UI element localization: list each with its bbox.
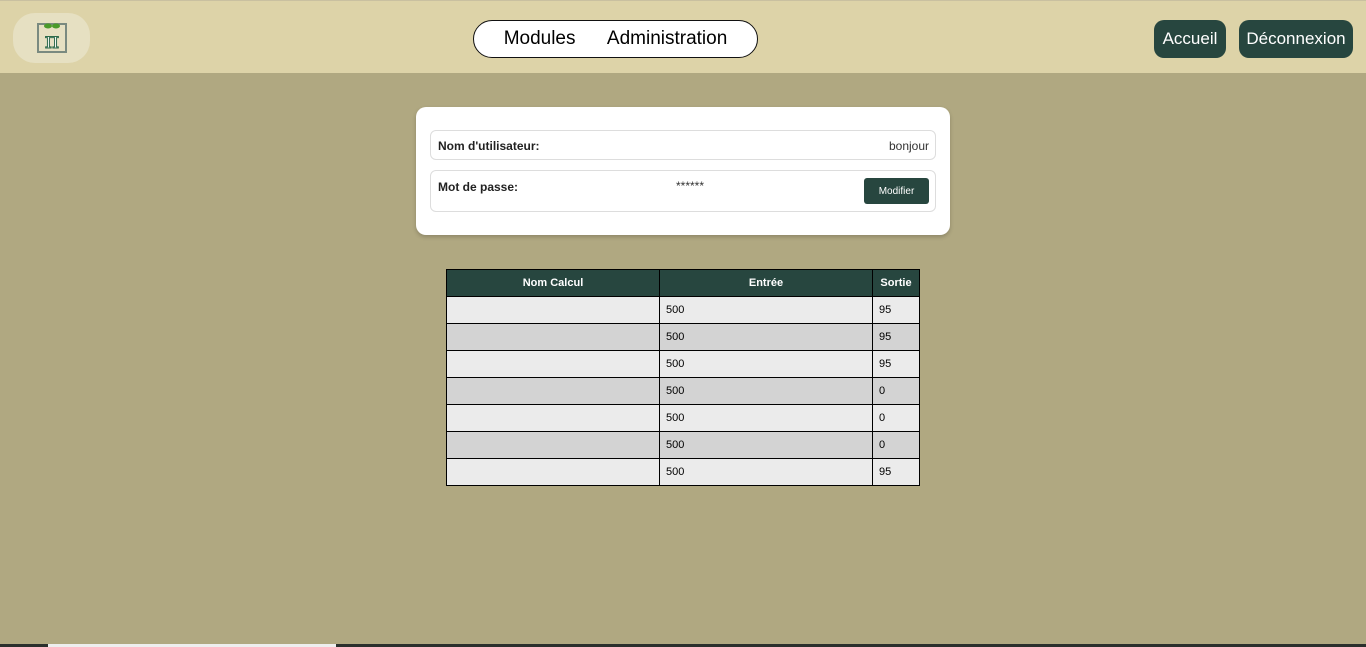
cell-entree: 500 [659,404,873,432]
nav-modules[interactable]: Modules [504,28,576,50]
header: π Modules Administration Accueil Déconne… [0,0,1366,73]
header-nom-calcul: Nom Calcul [446,269,660,297]
table-row: 500 0 [446,404,920,432]
header-sortie: Sortie [872,269,920,297]
password-row: Mot de passe: ****** Modifier [430,170,936,212]
cell-nom-calcul [446,296,660,324]
table-row: 500 95 [446,323,920,351]
logout-button[interactable]: Déconnexion [1239,20,1353,58]
table-row: 500 95 [446,296,920,324]
cell-nom-calcul [446,350,660,378]
table-row: 500 95 [446,458,920,486]
nav-administration[interactable]: Administration [607,28,727,50]
cell-sortie: 95 [872,350,920,378]
cell-nom-calcul [446,431,660,459]
cell-sortie: 0 [872,377,920,405]
cell-entree: 500 [659,458,873,486]
password-label: Mot de passe: [438,180,519,194]
username-value: bonjour [888,139,929,153]
cell-nom-calcul [446,404,660,432]
table-row: 500 0 [446,377,920,405]
home-button[interactable]: Accueil [1154,20,1226,58]
header-entree: Entrée [659,269,873,297]
cell-nom-calcul [446,323,660,351]
username-row: Nom d'utilisateur: bonjour [430,130,936,160]
main-nav: Modules Administration [473,20,758,58]
cell-entree: 500 [659,377,873,405]
cell-entree: 500 [659,431,873,459]
cell-entree: 500 [659,350,873,378]
cell-sortie: 0 [872,431,920,459]
table-row: 500 0 [446,431,920,459]
cell-nom-calcul [446,458,660,486]
username-label: Nom d'utilisateur: [438,139,540,153]
modify-password-button[interactable]: Modifier [864,178,929,204]
cell-sortie: 95 [872,296,920,324]
svg-text:π: π [44,29,58,54]
password-value: ****** [676,179,705,193]
table-row: 500 95 [446,350,920,378]
cell-entree: 500 [659,323,873,351]
cell-sortie: 0 [872,404,920,432]
cell-sortie: 95 [872,323,920,351]
cell-sortie: 95 [872,458,920,486]
cell-entree: 500 [659,296,873,324]
logo-pi-icon[interactable]: π [13,13,90,63]
calculations-table: Nom Calcul Entrée Sortie 500 95 500 95 500 95… [446,269,920,486]
account-card: Nom d'utilisateur: bonjour Mot de passe:… [416,107,950,235]
cell-nom-calcul [446,377,660,405]
